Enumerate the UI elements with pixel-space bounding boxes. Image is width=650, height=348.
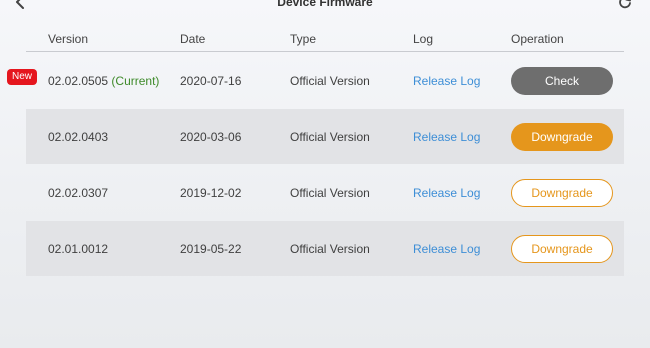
- release-log-link[interactable]: Release Log: [413, 74, 480, 88]
- type-cell: Official Version: [290, 73, 370, 88]
- version-cell: 02.02.0505 (Current): [48, 74, 159, 88]
- table-row: 02.02.0307 2019-12-02 Official Version R…: [26, 165, 624, 220]
- column-type: Type: [290, 32, 317, 46]
- type-cell: Official Version: [290, 129, 370, 144]
- date-cell: 2019-05-22: [180, 241, 242, 256]
- type-cell: Official Version: [290, 185, 370, 200]
- current-label: (Current): [111, 73, 160, 88]
- check-button[interactable]: Check: [511, 66, 613, 95]
- type-cell: Official Version: [290, 241, 370, 256]
- column-operation: Operation: [511, 32, 564, 46]
- refresh-icon[interactable]: [618, 0, 632, 9]
- release-log-link[interactable]: Release Log: [413, 186, 480, 200]
- release-log-link[interactable]: Release Log: [413, 242, 480, 256]
- downgrade-button[interactable]: Downgrade: [511, 122, 613, 151]
- release-log-link[interactable]: Release Log: [413, 130, 480, 144]
- column-version: Version: [48, 32, 89, 46]
- date-cell: 2019-12-02: [180, 185, 242, 200]
- top-bar: Device Firmware: [0, 0, 650, 14]
- downgrade-button[interactable]: Downgrade: [511, 234, 613, 263]
- column-date: Date: [180, 32, 206, 46]
- column-log: Log: [413, 32, 434, 46]
- page-title: Device Firmware: [277, 0, 373, 9]
- version-cell: 02.01.0012: [48, 241, 109, 256]
- table-row: 02.02.0505 (Current) 2020-07-16 Official…: [26, 53, 624, 108]
- downgrade-button[interactable]: Downgrade: [511, 178, 613, 207]
- date-cell: 2020-03-06: [180, 129, 242, 144]
- version-cell: 02.02.0307: [48, 185, 109, 200]
- version-cell: 02.02.0403: [48, 129, 109, 144]
- date-cell: 2020-07-16: [180, 73, 242, 88]
- table-row: 02.01.0012 2019-05-22 Official Version R…: [26, 221, 624, 276]
- table-header: Version Date Type Log Operation: [26, 28, 624, 52]
- table-row: 02.02.0403 2020-03-06 Official Version R…: [26, 109, 624, 164]
- version-text: 02.02.0505: [48, 73, 109, 88]
